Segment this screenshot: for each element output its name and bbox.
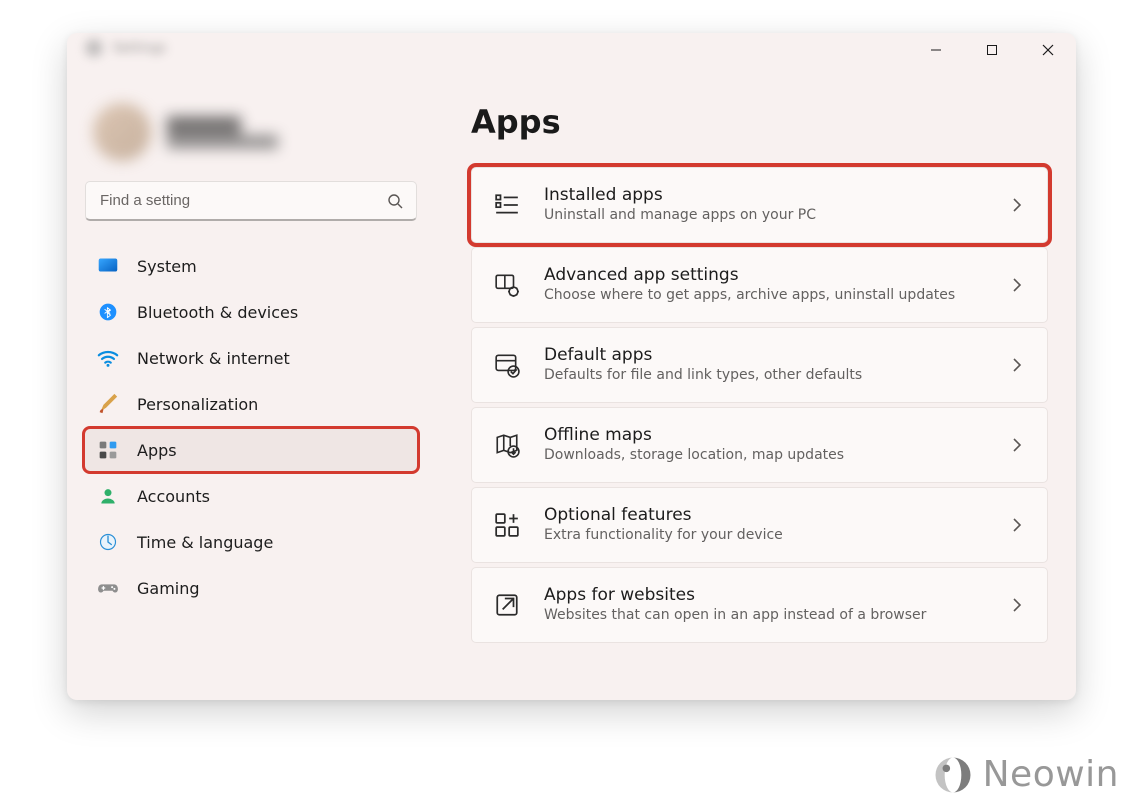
- user-email: ████████████: [167, 135, 278, 149]
- page-title: Apps: [471, 103, 1048, 141]
- card-sub: Defaults for file and link types, other …: [544, 366, 997, 385]
- sidebar-item-gaming[interactable]: Gaming: [85, 567, 417, 609]
- chevron-right-icon: [1009, 517, 1025, 533]
- settings-window: Settings ██████ ████████████: [67, 33, 1076, 700]
- sidebar-nav: System Bluetooth & devices Network & int…: [85, 245, 417, 609]
- chevron-right-icon: [1009, 197, 1025, 213]
- maximize-button[interactable]: [964, 33, 1020, 67]
- search-input[interactable]: [85, 181, 417, 221]
- content-area: ██████ ████████████ System: [67, 67, 1076, 700]
- search-icon: [387, 193, 403, 209]
- card-title: Advanced app settings: [544, 265, 997, 286]
- card-apps-for-websites[interactable]: Apps for websites Websites that can open…: [471, 567, 1048, 643]
- sidebar-item-accounts[interactable]: Accounts: [85, 475, 417, 517]
- sidebar: ██████ ████████████ System: [67, 67, 435, 700]
- app-title: Settings: [113, 41, 166, 56]
- open-external-icon: [494, 592, 520, 618]
- back-icon: [85, 39, 103, 57]
- chevron-right-icon: [1009, 437, 1025, 453]
- avatar: [93, 103, 151, 161]
- card-offline-maps[interactable]: Offline maps Downloads, storage location…: [471, 407, 1048, 483]
- close-icon: [1042, 44, 1054, 56]
- main-panel: Apps Installed apps Uninstall and manage…: [435, 67, 1076, 700]
- sidebar-item-personalization[interactable]: Personalization: [85, 383, 417, 425]
- watermark: Neowin: [933, 754, 1119, 795]
- card-sub: Extra functionality for your device: [544, 526, 997, 545]
- card-default-apps[interactable]: Default apps Defaults for file and link …: [471, 327, 1048, 403]
- map-download-icon: [494, 432, 520, 458]
- titlebar: Settings: [67, 33, 1076, 67]
- window-check-icon: [494, 352, 520, 378]
- card-sub: Uninstall and manage apps on your PC: [544, 206, 997, 225]
- card-advanced-settings[interactable]: Advanced app settings Choose where to ge…: [471, 247, 1048, 323]
- sidebar-item-label: Bluetooth & devices: [137, 303, 298, 322]
- display-icon: [97, 255, 119, 277]
- window-controls: [908, 33, 1076, 67]
- neowin-logo-icon: [933, 755, 973, 795]
- chevron-right-icon: [1009, 597, 1025, 613]
- settings-cards: Installed apps Uninstall and manage apps…: [471, 167, 1048, 643]
- minimize-button[interactable]: [908, 33, 964, 67]
- card-sub: Websites that can open in an app instead…: [544, 606, 997, 625]
- titlebar-left-blurred: Settings: [85, 39, 166, 57]
- sidebar-item-label: Accounts: [137, 487, 210, 506]
- sidebar-item-label: Apps: [137, 441, 177, 460]
- card-installed-apps[interactable]: Installed apps Uninstall and manage apps…: [471, 167, 1048, 243]
- grid-plus-icon: [494, 512, 520, 538]
- maximize-icon: [986, 44, 998, 56]
- chevron-right-icon: [1009, 277, 1025, 293]
- card-title: Default apps: [544, 345, 997, 366]
- minimize-icon: [930, 44, 942, 56]
- apps-gear-icon: [494, 272, 520, 298]
- sidebar-item-time-language[interactable]: Time & language: [85, 521, 417, 563]
- chevron-right-icon: [1009, 357, 1025, 373]
- clock-globe-icon: [97, 531, 119, 553]
- gamepad-icon: [97, 577, 119, 599]
- sidebar-item-label: Personalization: [137, 395, 258, 414]
- card-title: Installed apps: [544, 185, 997, 206]
- sidebar-item-bluetooth[interactable]: Bluetooth & devices: [85, 291, 417, 333]
- card-title: Apps for websites: [544, 585, 997, 606]
- list-icon: [494, 192, 520, 218]
- sidebar-item-label: Gaming: [137, 579, 200, 598]
- close-button[interactable]: [1020, 33, 1076, 67]
- person-icon: [97, 485, 119, 507]
- card-title: Optional features: [544, 505, 997, 526]
- user-name: ██████: [167, 116, 278, 135]
- sidebar-item-label: Network & internet: [137, 349, 290, 368]
- sidebar-item-label: Time & language: [137, 533, 273, 552]
- card-sub: Downloads, storage location, map updates: [544, 446, 997, 465]
- sidebar-item-network[interactable]: Network & internet: [85, 337, 417, 379]
- search-box: [85, 181, 417, 221]
- wifi-icon: [97, 347, 119, 369]
- sidebar-item-label: System: [137, 257, 197, 276]
- sidebar-item-apps[interactable]: Apps: [85, 429, 417, 471]
- paintbrush-icon: [97, 393, 119, 415]
- card-title: Offline maps: [544, 425, 997, 446]
- sidebar-item-system[interactable]: System: [85, 245, 417, 287]
- card-optional-features[interactable]: Optional features Extra functionality fo…: [471, 487, 1048, 563]
- user-block-blurred: ██████ ████████████: [85, 81, 417, 181]
- card-sub: Choose where to get apps, archive apps, …: [544, 286, 997, 305]
- apps-icon: [97, 439, 119, 461]
- watermark-text: Neowin: [983, 754, 1119, 795]
- bluetooth-icon: [97, 301, 119, 323]
